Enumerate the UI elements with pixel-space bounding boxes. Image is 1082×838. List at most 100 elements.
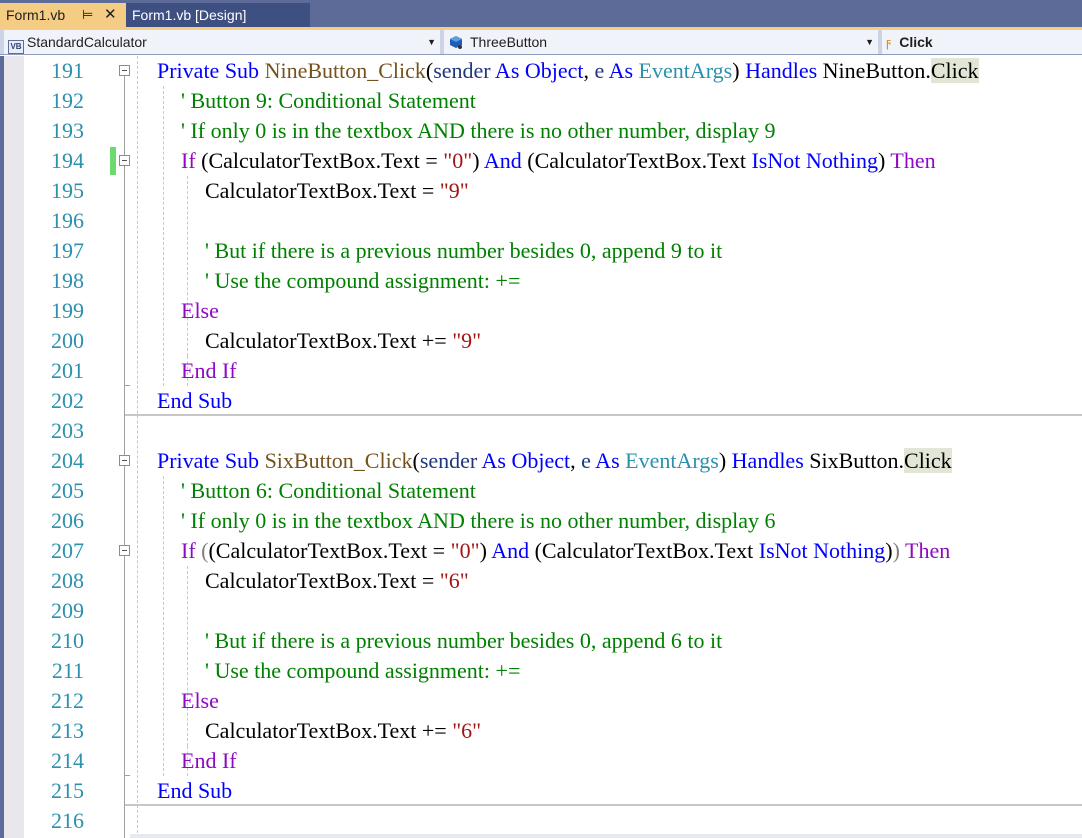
matched-brace: ) bbox=[892, 538, 900, 563]
code-text[interactable]: End Sub bbox=[157, 776, 232, 806]
line-number: 196 bbox=[51, 208, 84, 233]
code-comment[interactable]: ' Button 9: Conditional Statement bbox=[181, 86, 476, 116]
code-text[interactable]: CalculatorTextBox.Text = "6" bbox=[205, 566, 469, 596]
line-number: 202 bbox=[51, 388, 84, 413]
tab-label: Form1.vb [Design] bbox=[132, 7, 247, 23]
code-line: 210 ' But if there is a previous number … bbox=[0, 626, 1082, 656]
code-text[interactable]: Private Sub SixButton_Click(sender As Ob… bbox=[157, 446, 952, 476]
code-line: 198 ' Use the compound assignment: += bbox=[0, 266, 1082, 296]
code-line: 212 Else bbox=[0, 686, 1082, 716]
line-number: 198 bbox=[51, 268, 84, 293]
code-line: 204 Private Sub SixButton_Click(sender A… bbox=[0, 446, 1082, 476]
code-line: 209 bbox=[0, 596, 1082, 626]
code-text[interactable]: CalculatorTextBox.Text += "6" bbox=[205, 716, 481, 746]
navigation-bar: VB StandardCalculator ▼ ThreeButton ▼ ϝ Cl… bbox=[0, 29, 1082, 55]
code-line: 201 End If bbox=[0, 356, 1082, 386]
code-comment[interactable]: ' Use the compound assignment: += bbox=[205, 266, 520, 296]
code-comment[interactable]: ' If only 0 is in the textbox AND there … bbox=[181, 506, 776, 536]
collapse-icon[interactable] bbox=[119, 155, 130, 166]
line-number: 209 bbox=[51, 598, 84, 623]
chevron-down-icon[interactable]: ▼ bbox=[427, 30, 436, 54]
code-line: 200 CalculatorTextBox.Text += "9" bbox=[0, 326, 1082, 356]
line-number: 205 bbox=[51, 478, 84, 503]
tab-form1-design[interactable]: Form1.vb [Design] bbox=[126, 3, 310, 27]
code-text[interactable]: CalculatorTextBox.Text = "9" bbox=[205, 176, 469, 206]
line-number: 213 bbox=[51, 718, 84, 743]
chevron-down-icon[interactable]: ▼ bbox=[865, 30, 874, 54]
line-number: 191 bbox=[51, 58, 84, 83]
line-number: 208 bbox=[51, 568, 84, 593]
line-number: 193 bbox=[51, 118, 84, 143]
code-comment[interactable]: ' If only 0 is in the textbox AND there … bbox=[181, 116, 776, 146]
code-line: 191 Private Sub NineButton_Click(sender … bbox=[0, 56, 1082, 86]
object-cube-icon bbox=[450, 36, 462, 49]
line-number: 203 bbox=[51, 418, 84, 443]
code-editor[interactable]: 191 Private Sub NineButton_Click(sender … bbox=[0, 56, 1082, 838]
line-number: 201 bbox=[51, 358, 84, 383]
line-number: 207 bbox=[51, 538, 84, 563]
code-line: 202 End Sub bbox=[0, 386, 1082, 416]
line-number: 206 bbox=[51, 508, 84, 533]
line-number: 194 bbox=[51, 148, 84, 173]
tab-form1-vb[interactable]: Form1.vb ⊨ ✕ bbox=[0, 3, 126, 27]
code-line: 214 End If bbox=[0, 746, 1082, 776]
collapse-icon[interactable] bbox=[119, 455, 130, 466]
document-tab-strip: Form1.vb ⊨ ✕ Form1.vb [Design] bbox=[0, 0, 1082, 27]
code-text[interactable]: End Sub bbox=[157, 386, 232, 416]
code-comment[interactable]: ' Button 6: Conditional Statement bbox=[181, 476, 476, 506]
code-line: 215 End Sub bbox=[0, 776, 1082, 806]
code-text[interactable]: End If bbox=[181, 356, 237, 386]
code-text[interactable]: Private Sub NineButton_Click(sender As O… bbox=[157, 56, 979, 86]
code-line: 194 If (CalculatorTextBox.Text = "0") An… bbox=[0, 146, 1082, 176]
code-line: 207 If ((CalculatorTextBox.Text = "0") A… bbox=[0, 536, 1082, 566]
code-line: 197 ' But if there is a previous number … bbox=[0, 236, 1082, 266]
code-comment[interactable]: ' But if there is a previous number besi… bbox=[205, 236, 722, 266]
member-dropdown-value: ThreeButton bbox=[470, 34, 548, 50]
line-number: 192 bbox=[51, 88, 84, 113]
code-line: 203 bbox=[0, 416, 1082, 446]
code-line: 196 bbox=[0, 206, 1082, 236]
code-text[interactable]: If ((CalculatorTextBox.Text = "0") And (… bbox=[181, 536, 950, 566]
line-number: 199 bbox=[51, 298, 84, 323]
unsaved-change-marker bbox=[110, 147, 116, 175]
code-comment[interactable]: ' Use the compound assignment: += bbox=[205, 656, 520, 686]
line-number: 214 bbox=[51, 748, 84, 773]
code-line: 192 ' Button 9: Conditional Statement bbox=[0, 86, 1082, 116]
event-dropdown-value: Click bbox=[899, 34, 933, 50]
line-number: 200 bbox=[51, 328, 84, 353]
collapse-icon[interactable] bbox=[119, 545, 130, 556]
code-text[interactable]: Else bbox=[181, 296, 219, 326]
horizontal-scrollbar[interactable] bbox=[130, 834, 1082, 838]
line-number: 212 bbox=[51, 688, 84, 713]
close-icon[interactable]: ✕ bbox=[104, 3, 117, 27]
event-dropdown[interactable]: ϝ Click bbox=[882, 30, 1082, 54]
code-line: 199 Else bbox=[0, 296, 1082, 326]
line-number: 210 bbox=[51, 628, 84, 653]
collapse-icon[interactable] bbox=[119, 65, 130, 76]
code-comment[interactable]: ' But if there is a previous number besi… bbox=[205, 626, 722, 656]
line-number: 197 bbox=[51, 238, 84, 263]
vb-class-icon: VB bbox=[8, 40, 24, 54]
code-text[interactable]: CalculatorTextBox.Text += "9" bbox=[205, 326, 481, 356]
lightning-bolt-icon: ϝ bbox=[886, 35, 892, 50]
code-line: 206 ' If only 0 is in the textbox AND th… bbox=[0, 506, 1082, 536]
line-number: 204 bbox=[51, 448, 84, 473]
code-line: 213 CalculatorTextBox.Text += "6" bbox=[0, 716, 1082, 746]
code-line: 193 ' If only 0 is in the textbox AND th… bbox=[0, 116, 1082, 146]
code-line: 216 bbox=[0, 806, 1082, 836]
code-text[interactable]: If (CalculatorTextBox.Text = "0") And (C… bbox=[181, 146, 936, 176]
line-number: 216 bbox=[51, 808, 84, 833]
code-text[interactable]: Else bbox=[181, 686, 219, 716]
highlighted-reference: Click bbox=[930, 58, 979, 83]
tab-label: Form1.vb bbox=[6, 7, 66, 23]
code-line: 195 CalculatorTextBox.Text = "9" bbox=[0, 176, 1082, 206]
code-line: 211 ' Use the compound assignment: += bbox=[0, 656, 1082, 686]
code-text[interactable]: End If bbox=[181, 746, 237, 776]
line-number: 215 bbox=[51, 778, 84, 803]
code-line: 205 ' Button 6: Conditional Statement bbox=[0, 476, 1082, 506]
member-dropdown[interactable]: ThreeButton ▼ bbox=[444, 30, 878, 54]
code-line: 208 CalculatorTextBox.Text = "6" bbox=[0, 566, 1082, 596]
class-dropdown-value: StandardCalculator bbox=[27, 34, 147, 50]
class-dropdown[interactable]: VB StandardCalculator ▼ bbox=[4, 30, 440, 54]
pin-icon[interactable]: ⊨ bbox=[82, 3, 93, 27]
